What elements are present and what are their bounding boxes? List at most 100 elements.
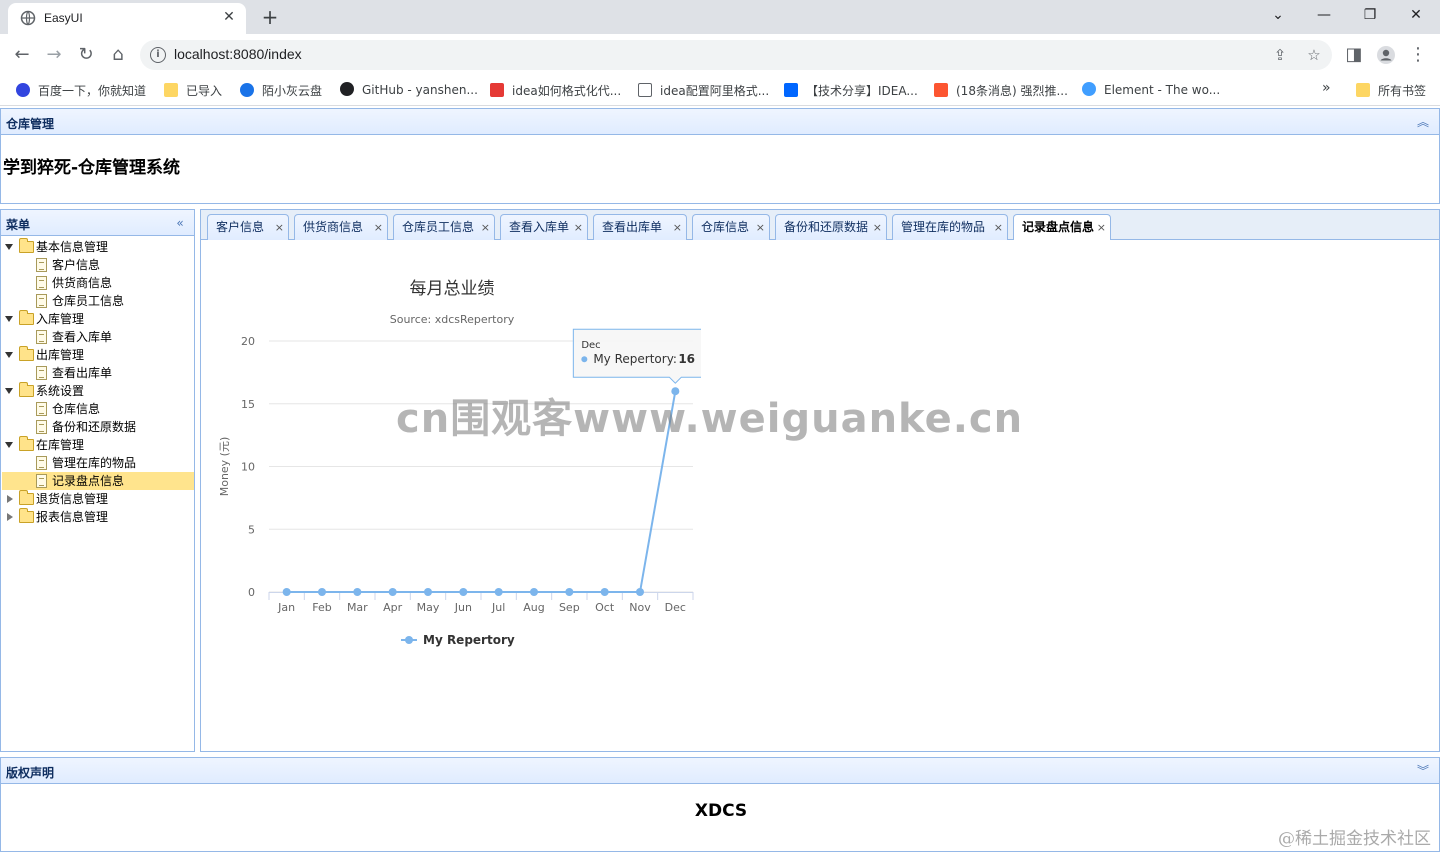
address-bar[interactable]: i localhost:8080/index ⇪ ☆ [140,40,1332,70]
tree-expanded-arrow-icon[interactable] [5,442,13,448]
info-icon[interactable]: i [150,47,166,63]
tree-expanded-arrow-icon[interactable] [5,352,13,358]
profile-avatar-icon[interactable] [1374,43,1398,67]
tree-folder[interactable]: 报表信息管理 [2,508,194,526]
tab-6[interactable]: 仓库信息 × [692,214,770,241]
tree-leaf[interactable]: 查看入库单 [2,328,194,346]
x-tick-label: May [417,601,440,614]
chart-subtitle: Source: xdcsRepertory [390,313,515,326]
data-point [388,588,397,596]
tooltip-category: Dec [581,340,600,351]
bookmark-item[interactable]: GitHub - yanshen... [340,82,478,100]
app-title: 学到猝死-仓库管理系统 [3,158,181,178]
tab-close-icon[interactable]: × [275,215,284,240]
collapse-down-icon[interactable]: ︾ [1415,763,1431,779]
bookmark-item[interactable]: idea如何格式化代... [490,82,621,100]
content-tabs: 客户信息 × 供货商信息 × 仓库员工信息 × 查看入库单 × 查看出库单 × 仓库信息 × 备份和还原… [200,209,1440,242]
bookmark-item[interactable]: 百度一下，你就知道 [16,82,146,100]
tab-close-icon[interactable]: × [574,215,583,240]
tree-leaf[interactable]: 查看出库单 [2,364,194,382]
minimize-icon[interactable]: — [1312,4,1336,26]
tree-leaf[interactable]: 仓库信息 [2,400,194,418]
tree-leaf[interactable]: 管理在库的物品 [2,454,194,472]
reload-icon[interactable]: ↻ [74,43,98,67]
tree-folder[interactable]: 系统设置 [2,382,194,400]
tree-expanded-arrow-icon[interactable] [5,316,13,322]
tree-collapsed-arrow-icon[interactable] [7,495,13,503]
bookmark-item[interactable]: 【技术分享】IDEA... [784,82,918,100]
data-point [530,588,538,596]
tab-close-icon[interactable]: × [481,215,490,240]
tab-close-icon[interactable]: × [673,215,682,240]
tab-7[interactable]: 备份和还原数据 × [775,214,887,241]
tree-node-label: 仓库信息 [52,402,101,416]
side-panel-icon[interactable]: ◨ [1342,43,1366,67]
y-tick-label: 20 [241,335,255,348]
tree-leaf[interactable]: 供货商信息 [2,274,194,292]
x-tick-label: Nov [629,601,651,614]
tab-4[interactable]: 查看入库单 × [500,214,588,241]
new-tab-button[interactable]: + [258,6,282,28]
tree-folder[interactable]: 在库管理 [2,436,194,454]
collapse-left-icon[interactable]: « [172,215,188,231]
tab-8[interactable]: 管理在库的物品 × [892,214,1008,241]
tab-label: 仓库员工信息 [402,220,475,234]
tree-folder[interactable]: 出库管理 [2,346,194,364]
tree-folder[interactable]: 基本信息管理 [2,238,194,256]
tab-close-icon[interactable]: × [994,215,1003,240]
browser-tab[interactable]: EasyUI ✕ [8,3,246,34]
tab-close-icon[interactable]: × [374,215,383,240]
share-icon[interactable]: ⇪ [1270,45,1290,65]
tab-close-icon[interactable]: × [1097,215,1106,240]
y-tick-label: 15 [241,398,255,411]
x-tick-label: Sep [559,601,580,614]
bookmarks-overflow-icon[interactable]: » [1322,80,1331,98]
data-point [459,588,468,596]
restore-icon[interactable]: ❐ [1358,4,1382,26]
tree-expanded-arrow-icon[interactable] [5,244,13,250]
tree-folder[interactable]: 入库管理 [2,310,194,328]
collapse-up-icon[interactable]: ︽ [1415,114,1431,130]
back-icon[interactable]: ← [10,43,34,67]
tree-collapsed-arrow-icon[interactable] [7,513,13,521]
tree-expanded-arrow-icon[interactable] [5,388,13,394]
zhihu-icon [784,83,798,97]
data-point [282,588,291,596]
tab-close-icon[interactable]: × [873,215,882,240]
tab-2[interactable]: 供货商信息 × [294,214,388,241]
home-icon[interactable]: ⌂ [106,43,130,67]
bookmark-item[interactable]: 陌小灰云盘 [240,82,322,100]
tree-leaf[interactable]: 备份和还原数据 [2,418,194,436]
close-icon[interactable]: ✕ [220,8,238,26]
forward-icon[interactable]: → [42,43,66,67]
tree-node-label: 查看入库单 [52,330,113,344]
star-icon[interactable]: ☆ [1304,45,1324,65]
bookmarks-bar: 百度一下，你就知道 已导入 陌小灰云盘 GitHub - yanshen... … [0,76,1440,106]
bookmark-item[interactable]: 已导入 [164,82,222,100]
tab-search-icon[interactable]: ⌄ [1266,4,1290,26]
tree-leaf[interactable]: 记录盘点信息 [2,472,194,490]
tree-leaf[interactable]: 仓库员工信息 [2,292,194,310]
tree-node-label: 查看出库单 [52,366,113,380]
tab-close-icon[interactable]: × [756,215,765,240]
tree-folder[interactable]: 退货信息管理 [2,490,194,508]
tab-3[interactable]: 仓库员工信息 × [393,214,495,241]
tree-node-label: 客户信息 [52,258,101,272]
tooltip-marker [581,356,588,363]
tree-leaf[interactable]: 客户信息 [2,256,194,274]
x-tick-label: Jul [491,601,505,614]
bookmark-item[interactable]: Element - The wo... [1082,82,1220,100]
tab-1[interactable]: 客户信息 × [207,214,289,241]
file-icon [36,276,47,290]
x-tick-label: Feb [312,601,331,614]
tab-9[interactable]: 记录盘点信息 × [1013,214,1111,242]
tab-5[interactable]: 查看出库单 × [593,214,687,241]
bookmark-item[interactable]: (18条消息) 强烈推... [934,82,1068,100]
folder-open-icon [19,310,34,325]
all-bookmarks-folder[interactable]: 所有书签 [1356,82,1426,100]
bookmark-item[interactable]: idea配置阿里格式... [638,82,769,100]
window-close-icon[interactable]: ✕ [1404,4,1428,26]
file-icon [36,366,47,380]
menu-dots-icon[interactable]: ⋮ [1406,43,1430,67]
tab-label: 供货商信息 [303,220,364,234]
